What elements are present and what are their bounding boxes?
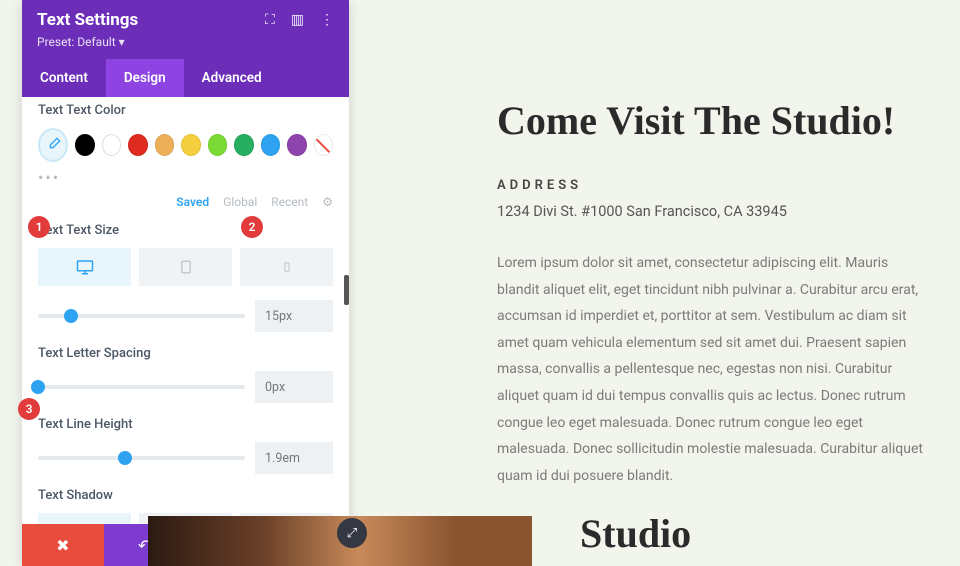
panel-header: Text Settings ⛶ ▥ ⋮ Preset: Default ▾: [22, 0, 349, 59]
color-swatch-purple[interactable]: [287, 134, 306, 156]
text-size-row: 15px: [38, 300, 333, 332]
text-size-slider[interactable]: [38, 314, 245, 318]
device-desktop-button[interactable]: [38, 248, 131, 286]
line-height-value[interactable]: 1.9em: [255, 442, 333, 474]
device-tablet-button[interactable]: [139, 248, 232, 286]
saved-tab-recent[interactable]: Recent: [271, 195, 308, 209]
settings-panel: Text Settings ⛶ ▥ ⋮ Preset: Default ▾ Co…: [22, 0, 349, 566]
body-text: Lorem ipsum dolor sit amet, consectetur …: [497, 250, 927, 489]
label-text-shadow: Text Shadow: [38, 488, 333, 503]
annotation-badge-3: 3: [18, 398, 40, 420]
tab-content[interactable]: Content: [22, 59, 106, 97]
scrollbar-thumb[interactable]: [344, 275, 349, 305]
line-height-slider[interactable]: [38, 456, 245, 460]
address-text: 1234 Divi St. #1000 San Francisco, CA 33…: [497, 203, 927, 220]
preview-content: Come Visit The Studio! ADDRESS 1234 Divi…: [497, 98, 927, 489]
label-line-height: Text Line Height: [38, 417, 333, 432]
resize-handle-icon[interactable]: ⤢: [337, 518, 367, 548]
line-height-row: 1.9em: [38, 442, 333, 474]
tab-advanced[interactable]: Advanced: [184, 59, 280, 97]
cancel-button[interactable]: ✖: [22, 524, 104, 566]
color-swatch-green[interactable]: [234, 134, 253, 156]
label-text-size: Text Text Size: [38, 223, 333, 238]
address-label: ADDRESS: [497, 178, 927, 193]
more-icon[interactable]: ⋮: [320, 12, 334, 28]
letter-spacing-row: 0px: [38, 371, 333, 403]
focus-icon[interactable]: ⛶: [265, 12, 275, 28]
color-swatch-orange[interactable]: [155, 134, 174, 156]
studio-heading: Studio: [580, 510, 691, 557]
panel-title: Text Settings: [37, 10, 138, 30]
preview-heading: Come Visit The Studio!: [497, 98, 927, 144]
shadow-none-button[interactable]: ⊘: [38, 513, 131, 524]
color-swatch-black[interactable]: [75, 134, 94, 156]
letter-spacing-slider[interactable]: [38, 385, 245, 389]
eyedropper-button[interactable]: [38, 128, 68, 162]
text-size-value[interactable]: 15px: [255, 300, 333, 332]
saved-tabs: Saved Global Recent ⚙: [38, 195, 333, 209]
preset-dropdown[interactable]: Preset: Default ▾: [37, 35, 334, 49]
columns-icon[interactable]: ▥: [291, 12, 304, 28]
annotation-badge-1: 1: [28, 216, 50, 238]
annotation-badge-2: 2: [241, 216, 263, 238]
color-swatch-yellow[interactable]: [181, 134, 200, 156]
saved-tab-saved[interactable]: Saved: [176, 195, 209, 209]
color-swatch-blue[interactable]: [261, 134, 280, 156]
tabs: Content Design Advanced: [22, 59, 349, 97]
label-text-color: Text Text Color: [38, 103, 333, 118]
panel-body: Text Text Color ••• Saved Global Recent …: [22, 97, 349, 524]
color-swatch-lime[interactable]: [208, 134, 227, 156]
gear-icon[interactable]: ⚙: [322, 195, 333, 209]
device-phone-button[interactable]: [240, 248, 333, 286]
device-selector: [38, 248, 333, 286]
color-swatch-row: [38, 128, 333, 162]
saved-tab-global[interactable]: Global: [223, 195, 257, 209]
more-colors-icon[interactable]: •••: [38, 168, 333, 187]
label-letter-spacing: Text Letter Spacing: [38, 346, 333, 361]
color-swatch-none[interactable]: [314, 134, 333, 156]
color-swatch-red[interactable]: [128, 134, 147, 156]
letter-spacing-value[interactable]: 0px: [255, 371, 333, 403]
color-swatch-white[interactable]: [102, 134, 121, 156]
tab-design[interactable]: Design: [106, 59, 184, 97]
